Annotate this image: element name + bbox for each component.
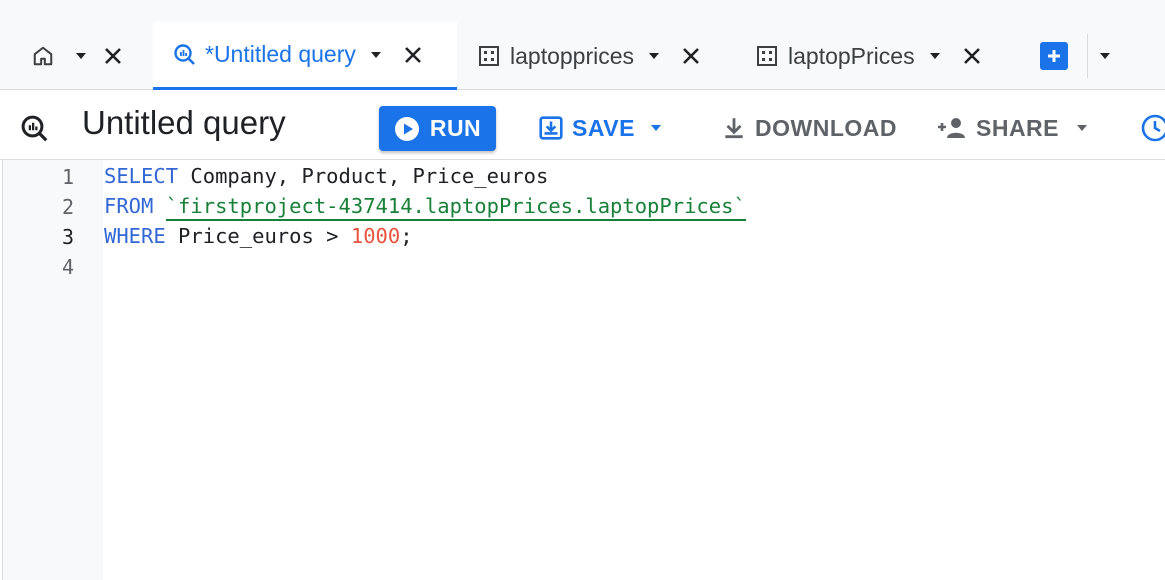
plus-icon [1048,50,1060,62]
chevron-down-icon[interactable] [925,46,945,66]
page-title: Untitled query [82,104,286,141]
code-line[interactable]: WHERE Price_euros > 1000; [104,224,413,248]
tab-laptopPrices[interactable]: laptopPrices [740,22,1010,90]
sql-keyword: WHERE [104,224,166,248]
run-label: RUN [429,115,482,141]
close-icon[interactable] [959,43,985,69]
tab-bar: *Untitled query laptopprices laptopPrice… [0,0,1165,90]
save-icon [539,116,563,140]
schedule-icon[interactable] [1140,113,1165,148]
share-label: SHARE [976,114,1060,141]
line-number: 4 [61,255,74,279]
chevron-down-icon [650,125,661,131]
tab-label: laptopPrices [788,42,915,69]
numeric-literal: 1000 [350,224,401,248]
chevron-down-icon [1100,53,1110,59]
download-label: DOWNLOAD [755,114,897,141]
sql-keyword: FROM [104,194,154,218]
chevron-down-icon [1077,125,1088,131]
new-tab-button[interactable] [1040,42,1068,70]
query-icon [173,43,197,67]
table-reference[interactable]: `firstproject-437414.laptopPrices.laptop… [165,194,746,221]
line-gutter [2,160,103,580]
sql-keyword: SELECT [104,164,179,188]
download-button[interactable]: DOWNLOAD [721,110,897,146]
play-icon [394,116,419,141]
run-button[interactable]: RUN [379,106,496,151]
close-icon[interactable] [678,43,704,69]
tab-overflow-menu[interactable] [1094,46,1116,66]
query-icon [20,114,50,149]
tab-untitled-query[interactable]: *Untitled query [153,22,457,90]
save-button[interactable]: SAVE [538,110,663,146]
tab-label: *Untitled query [205,41,356,67]
add-person-icon [938,118,965,138]
table-icon [478,45,500,67]
close-icon[interactable] [400,42,426,68]
close-icon[interactable] [100,43,126,69]
line-number: 1 [61,165,74,189]
download-icon [725,118,743,139]
table-icon [756,45,778,67]
home-icon [32,45,54,67]
tab-laptopprices[interactable]: laptopprices [462,22,732,90]
tab-divider [1087,34,1088,78]
chevron-down-icon[interactable] [71,46,91,66]
code-text: ; [400,224,413,248]
code-line[interactable]: FROM `firstproject-437414.laptopPrices.l… [104,194,746,221]
chevron-down-icon[interactable] [644,46,664,66]
sql-editor[interactable] [0,160,1165,580]
tab-home[interactable] [20,22,140,90]
tab-label: laptopprices [510,42,635,69]
code-text: Company, Product, Price_euros [178,164,549,188]
line-number-current: 3 [61,225,74,249]
chevron-down-icon[interactable] [366,45,386,65]
line-number: 2 [61,195,74,219]
code-line[interactable]: SELECT Company, Product, Price_euros [104,164,548,188]
save-label: SAVE [572,114,635,141]
share-button[interactable]: SHARE [936,110,1089,146]
code-text: Price_euros > [165,224,351,248]
